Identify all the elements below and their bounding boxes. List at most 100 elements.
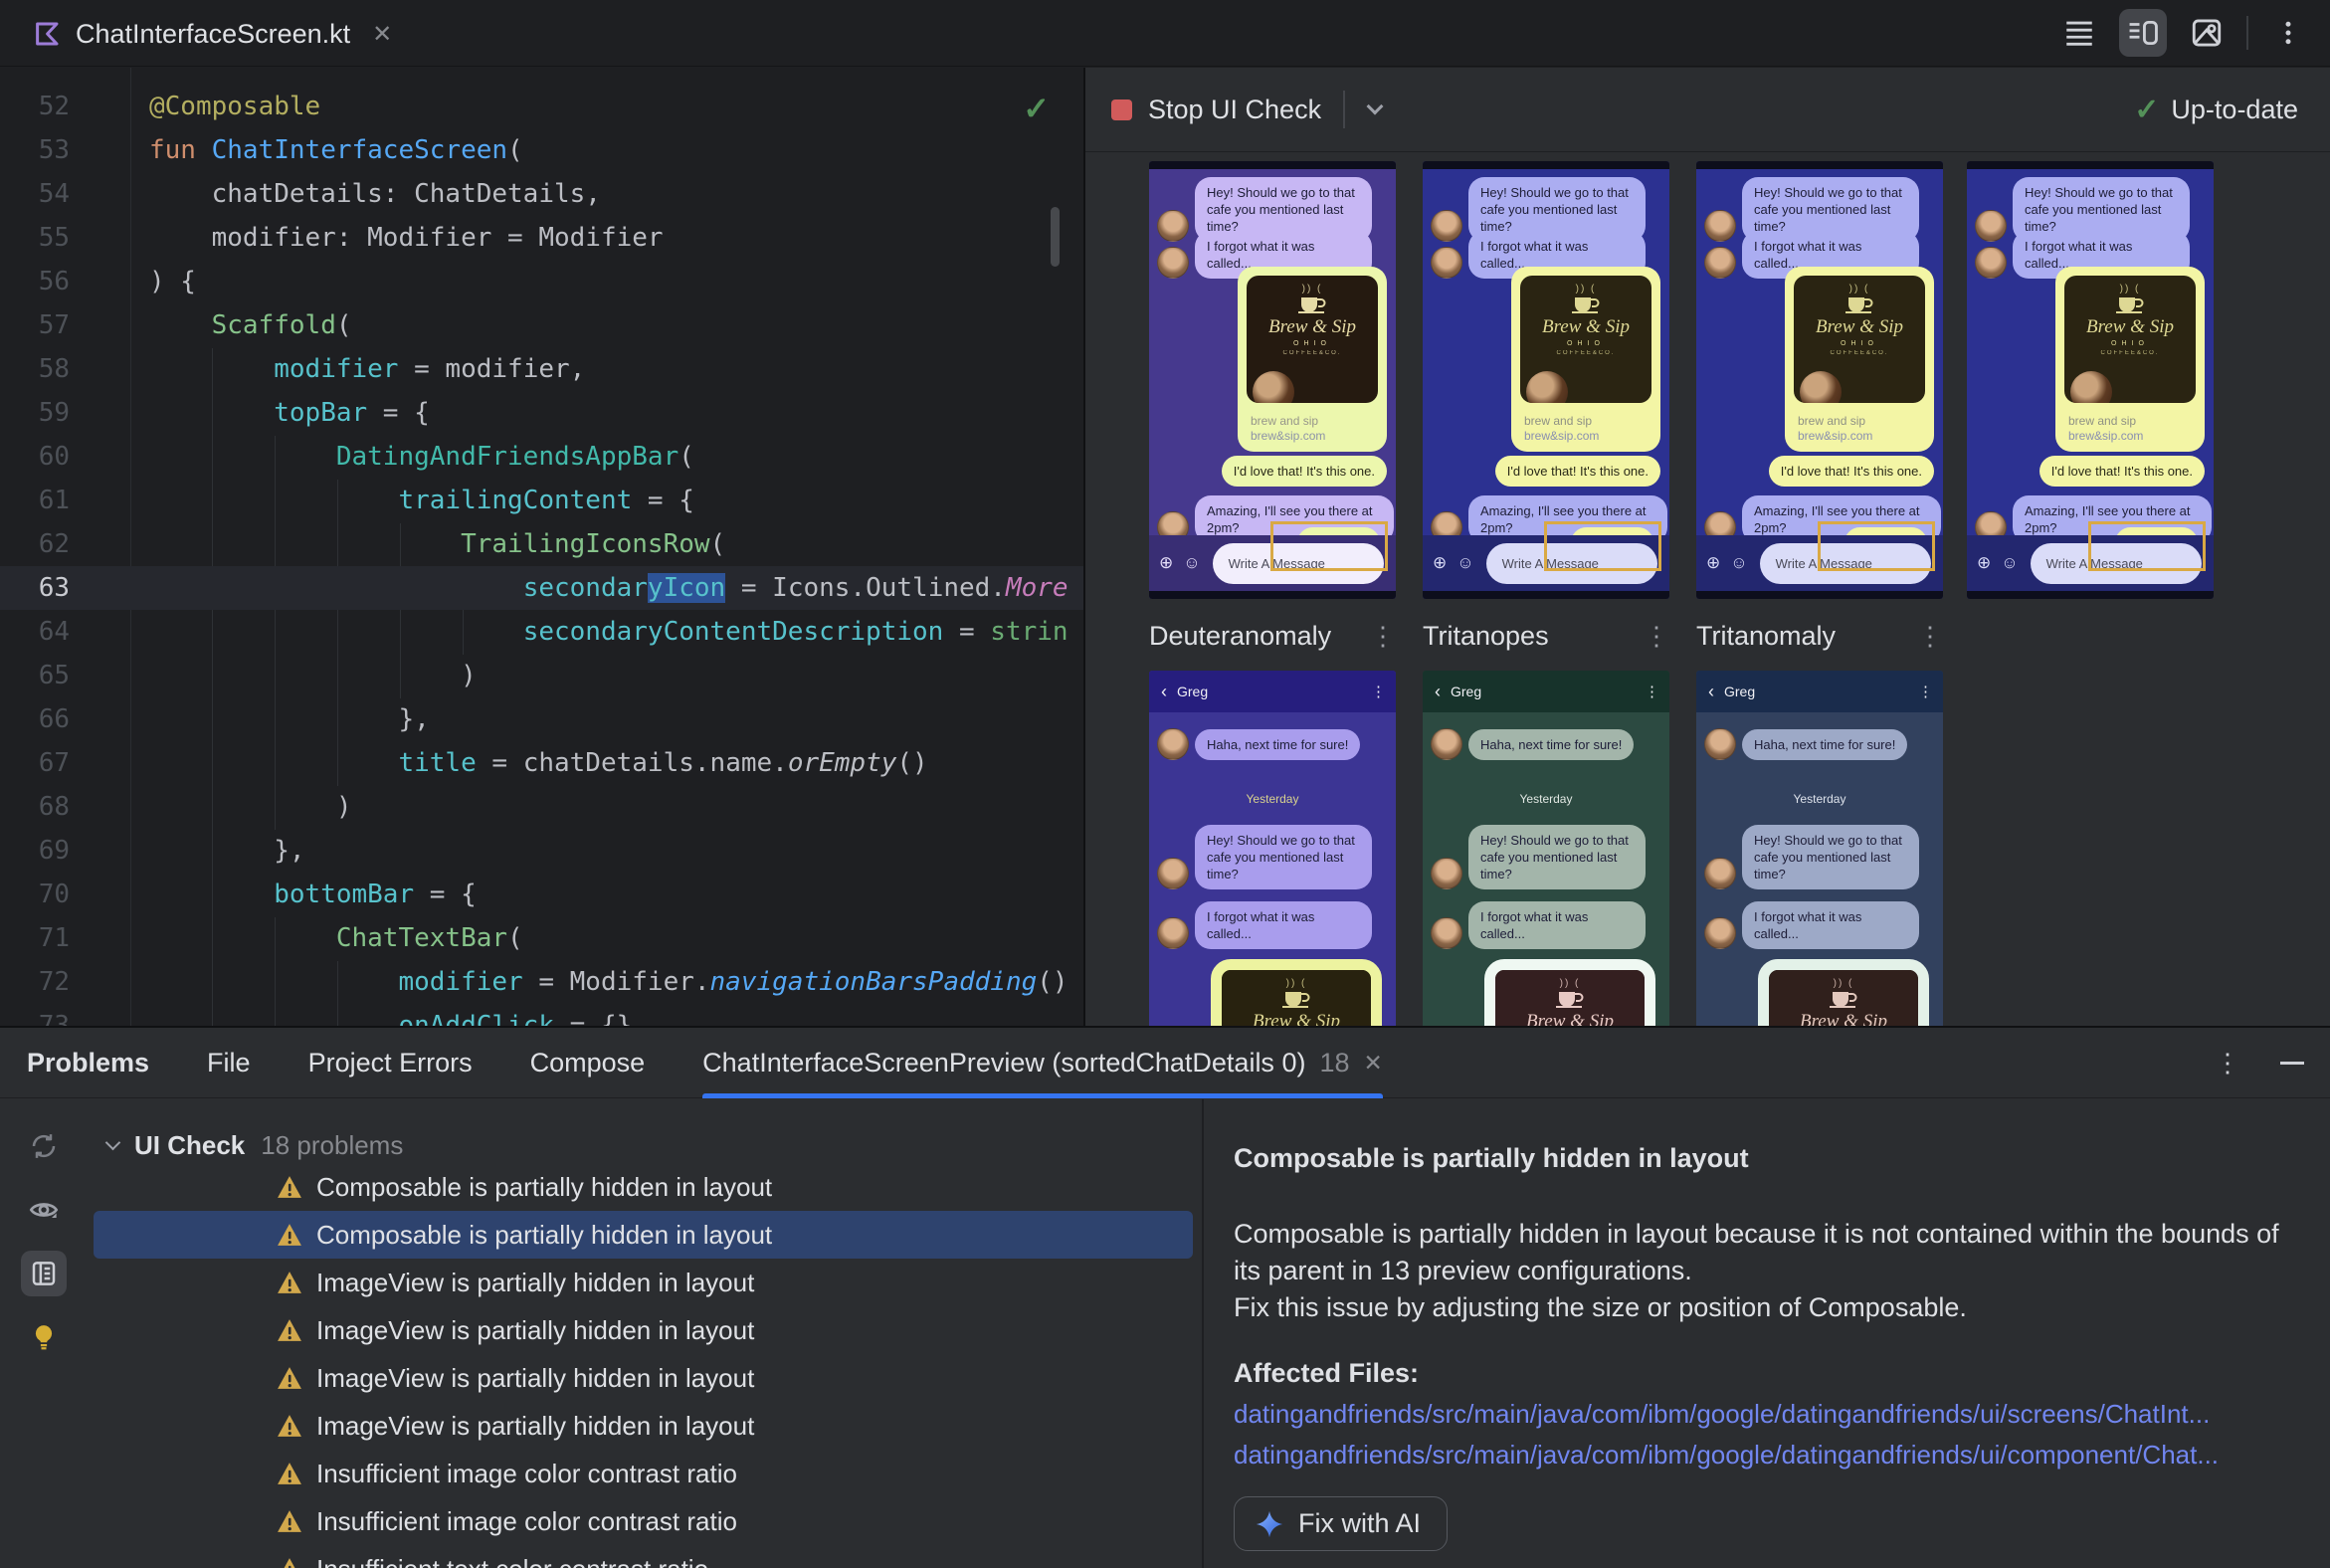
back-icon[interactable]: ‹ (1435, 682, 1441, 702)
card-caption: brew and sip (1524, 414, 1593, 428)
problem-item[interactable]: ImageView is partially hidden in layout (88, 1306, 1187, 1354)
tab-close-icon[interactable]: ✕ (372, 20, 392, 49)
code-text: @Composable (149, 92, 321, 121)
inspection-ok-icon[interactable]: ✓ (1023, 90, 1050, 127)
stop-ui-check-button[interactable]: Stop UI Check (1085, 95, 1321, 125)
add-icon[interactable]: ⊕ (1977, 553, 1991, 573)
preview-phone[interactable]: ‹ Greg ⋮ Haha, next time for sure! Yesterday… (1696, 671, 1943, 1026)
line-number: 61 (38, 486, 70, 515)
details-view-icon[interactable] (21, 1251, 67, 1296)
preview-phone[interactable]: ‹ Greg ⋮ Haha, next time for sure! Yesterday… (1423, 671, 1669, 1026)
more-vertical-icon[interactable]: ⋮ (2215, 1048, 2240, 1078)
problem-item[interactable]: Insufficient image color contrast ratio (88, 1450, 1187, 1497)
preview-phone[interactable]: Hey! Should we go to that cafe you menti… (1696, 161, 1943, 599)
preview-config-name: Tritanopes (1423, 620, 1549, 651)
affected-file-link[interactable]: datingandfriends/src/main/java/com/ibm/g… (1234, 1399, 2300, 1430)
menu-icon[interactable]: ⋮ (1371, 683, 1386, 700)
brew-sip-card: )) (Brew & SipOHIOCOFFEE&CO. (1484, 959, 1655, 1026)
design-view-icon[interactable] (2183, 9, 2231, 57)
emoji-icon[interactable]: ☺ (1456, 553, 1473, 573)
panel-tab-project-errors[interactable]: Project Errors (308, 1028, 473, 1098)
code-editor[interactable]: 52 @Composable 53 fun ChatInterfaceScreen(5… (0, 68, 1083, 1026)
emoji-icon[interactable]: ☺ (1183, 553, 1200, 573)
fix-with-ai-button[interactable]: Fix with AI (1234, 1496, 1449, 1551)
chat-app-bar: ‹ Greg ⋮ (1696, 671, 1943, 712)
problem-text: Composable is partially hidden in layout (316, 1219, 773, 1250)
coffee-cup-icon (1571, 294, 1601, 314)
check-icon: ✓ (2134, 93, 2160, 126)
problem-item[interactable]: ImageView is partially hidden in layout (88, 1402, 1187, 1450)
code-view-icon[interactable] (2055, 9, 2103, 57)
code-line: 65 ) (0, 654, 1083, 697)
message-bubble: Hey! Should we go to that cafe you menti… (1195, 825, 1372, 889)
brand-arc: COFFEE&CO. (2100, 350, 2160, 356)
editor-vertical-scrollbar[interactable] (1051, 207, 1060, 267)
back-icon[interactable]: ‹ (1708, 682, 1714, 702)
menu-icon[interactable]: ⋮ (1918, 683, 1933, 700)
preview-menu-icon[interactable]: ⋮ (1917, 621, 1943, 652)
line-number: 71 (38, 923, 70, 953)
lightbulb-icon[interactable] (21, 1314, 67, 1360)
menu-icon[interactable]: ⋮ (1645, 683, 1659, 700)
brew-sip-card: )) (Brew & SipOHIOCOFFEE&CO. (1211, 959, 1382, 1026)
phone-bezel (1696, 591, 1943, 599)
preview-menu-icon[interactable]: ⋮ (1370, 621, 1396, 652)
coffee-photo (1253, 371, 1294, 403)
line-number: 67 (38, 748, 70, 778)
outgoing-message: I'd love that! It's this one. (1768, 456, 1934, 487)
panel-tab-problems[interactable]: Problems (27, 1028, 149, 1098)
code-line: 70 bottomBar = { (0, 873, 1083, 916)
problem-item[interactable]: Insufficient image color contrast ratio (88, 1497, 1187, 1545)
contact-name: Greg (1177, 684, 1209, 699)
issue-highlight-box (1818, 521, 1935, 571)
preview-phone[interactable]: Hey! Should we go to that cafe you menti… (1967, 161, 2214, 599)
problems-group-header[interactable]: UI Check 18 problems (104, 1121, 403, 1169)
line-number: 57 (38, 310, 70, 340)
panel-tab-file[interactable]: File (207, 1028, 251, 1098)
tab-close-icon[interactable]: ✕ (1364, 1050, 1383, 1077)
problem-title: Composable is partially hidden in layout (1234, 1143, 1749, 1173)
preview-phone[interactable]: Hey! Should we go to that cafe you menti… (1149, 161, 1396, 599)
chevron-down-icon[interactable] (1366, 98, 1384, 115)
brew-sip-card: )) (Brew & SipOHIOCOFFEE&CO. (1758, 959, 1929, 1026)
coffee-photo (1800, 371, 1842, 403)
chevron-down-icon (104, 1134, 121, 1150)
brew-sip-card: )) (Brew & Sip OHIO COFFEE&CO. brew and sip… (1511, 267, 1660, 452)
code-lines: 52 @Composable 53 fun ChatInterfaceScreen(5… (0, 85, 1083, 1026)
preview-menu-icon[interactable]: ⋮ (1644, 621, 1669, 652)
more-vertical-icon[interactable] (2264, 9, 2312, 57)
tab-label: Project Errors (307, 1047, 473, 1078)
line-number: 55 (38, 223, 70, 253)
problem-item[interactable]: ImageView is partially hidden in layout (88, 1354, 1187, 1402)
preview-canvas[interactable]: Hey! Should we go to that cafe you menti… (1085, 153, 2330, 1026)
problem-item[interactable]: Insufficient text color contrast ratio (88, 1545, 1187, 1568)
problem-item[interactable]: ImageView is partially hidden in layout (88, 1259, 1187, 1306)
outgoing-message: I'd love that! It's this one. (1494, 456, 1660, 487)
emoji-icon[interactable]: ☺ (1730, 553, 1747, 573)
emoji-icon[interactable]: ☺ (2001, 553, 2018, 573)
editor-tab-bar: ChatInterfaceScreen.kt ✕ (0, 0, 2330, 83)
line-number: 70 (38, 880, 70, 909)
problem-item[interactable]: Composable is partially hidden in layout (94, 1211, 1193, 1259)
incoming-message: Haha, next time for sure! (1704, 728, 1908, 760)
back-icon[interactable]: ‹ (1161, 682, 1167, 702)
preview-filter-eye-icon[interactable] (21, 1187, 67, 1233)
add-icon[interactable]: ⊕ (1159, 553, 1173, 573)
panel-tab-chatinterfacescreenpreview-sor[interactable]: ChatInterfaceScreenPreview (sortedChatDe… (702, 1028, 1383, 1098)
preview-phone[interactable]: Hey! Should we go to that cafe you menti… (1423, 161, 1669, 599)
problem-item[interactable]: Composable is partially hidden in layout (88, 1163, 1187, 1211)
affected-file-link[interactable]: datingandfriends/src/main/java/com/ibm/g… (1234, 1440, 2300, 1470)
preview-phone[interactable]: ‹ Greg ⋮ Haha, next time for sure! Yesterday… (1149, 671, 1396, 1026)
add-icon[interactable]: ⊕ (1706, 553, 1720, 573)
refresh-icon[interactable] (21, 1123, 67, 1169)
add-icon[interactable]: ⊕ (1433, 553, 1447, 573)
tab-count: 18 (1319, 1047, 1350, 1078)
file-tab[interactable]: ChatInterfaceScreen.kt ✕ (22, 10, 402, 58)
coffee-cup-icon (1281, 989, 1311, 1009)
brew-sip-card: )) (Brew & Sip OHIO COFFEE&CO. brew and sip… (1785, 267, 1934, 452)
panel-tab-compose[interactable]: Compose (530, 1028, 646, 1098)
minimize-icon[interactable] (2280, 1062, 2304, 1065)
file-tab-title: ChatInterfaceScreen.kt (76, 18, 351, 49)
code-text: chatDetails: ChatDetails, (149, 179, 601, 209)
split-view-icon[interactable] (2119, 9, 2167, 57)
